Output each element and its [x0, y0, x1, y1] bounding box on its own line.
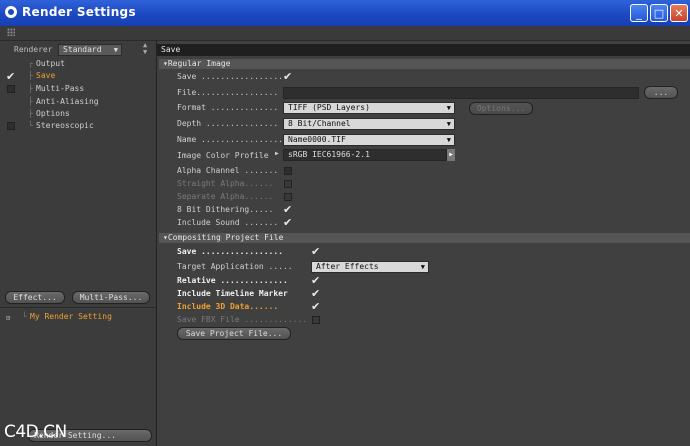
save-fbx-label: Save FBX File ............. [177, 315, 308, 324]
renderer-dropdown[interactable]: Standard ▼ [58, 44, 122, 56]
tree-branch-icon: ┌ [28, 59, 33, 68]
tree-branch-icon: ├ [28, 109, 33, 118]
tree-branch-icon: └ [22, 312, 27, 321]
panel-header: Save [157, 44, 690, 56]
section-title: Regular Image [167, 59, 231, 68]
relative-checkbox[interactable]: ✔ [311, 275, 320, 286]
save-label: Save ................. [177, 72, 283, 81]
window-title: Render Settings [22, 5, 136, 19]
effect-button[interactable]: Effect... [5, 291, 65, 304]
target-application-label: Target Application ..... [177, 262, 293, 271]
relative-label: Relative .............. [177, 276, 288, 285]
format-value: TIFF (PSD Layers) [288, 103, 370, 112]
include-3d-data-label: Include 3D Data...... [177, 302, 279, 311]
multipass-button[interactable]: Multi-Pass... [72, 291, 150, 304]
tree-branch-icon: ├ [28, 84, 33, 93]
compositing-save-checkbox[interactable]: ✔ [311, 246, 320, 257]
name-label: Name ................. [177, 135, 283, 144]
sidebar: Renderer Standard ▼ ▲ ▼ ┌ Output ✔ ├ Save… [0, 41, 157, 446]
chevron-down-icon: ▼ [113, 46, 118, 54]
profile-indicator-icon: ▶ [275, 150, 279, 157]
section-title: Compositing Project File [167, 233, 284, 242]
straight-alpha-label: Straight Alpha...... [177, 179, 274, 188]
watermark-text: C4D.CN [4, 422, 67, 442]
render-setting-item[interactable]: My Render Setting [30, 312, 112, 322]
renderer-label: Renderer [14, 45, 53, 54]
sidebar-item-multipass[interactable]: Multi-Pass [36, 84, 84, 94]
tree-branch-icon: ├ [28, 71, 33, 80]
chevron-down-icon: ▼ [446, 136, 451, 144]
save-project-file-button[interactable]: Save Project File... [177, 327, 291, 340]
toolbar-strip [0, 26, 690, 41]
sidebar-item-options[interactable]: Options [36, 109, 70, 119]
sidebar-item-stereoscopic[interactable]: Stereoscopic [36, 121, 94, 131]
tree-branch-icon: └ [28, 121, 33, 130]
timeline-marker-label: Include Timeline Marker [177, 289, 288, 298]
target-application-value: After Effects [316, 262, 379, 271]
depth-label: Depth ............... [177, 119, 279, 128]
tree-branch-icon: ├ [28, 97, 33, 106]
name-value: Name0000.TIF [288, 135, 346, 144]
format-dropdown[interactable]: TIFF (PSD Layers) ▼ [283, 102, 455, 114]
multipass-checkbox[interactable] [7, 85, 15, 93]
alpha-channel-checkbox[interactable] [284, 167, 292, 175]
close-button[interactable]: ✕ [670, 4, 688, 22]
include-3d-data-checkbox[interactable]: ✔ [311, 301, 320, 312]
maximize-button[interactable]: □ [650, 4, 668, 22]
sidebar-item-save[interactable]: Save [36, 71, 55, 81]
color-profile-label: Image Color Profile [177, 151, 269, 160]
dithering-label: 8 Bit Dithering..... [177, 205, 274, 214]
timeline-marker-checkbox[interactable]: ✔ [311, 288, 320, 299]
cinema4d-logo-icon [5, 6, 17, 18]
chevron-down-icon: ▼ [446, 120, 451, 128]
divider [0, 307, 156, 308]
alpha-channel-label: Alpha Channel ....... [177, 166, 279, 175]
format-label: Format .............. [177, 103, 279, 112]
sidebar-item-antialiasing[interactable]: Anti-Aliasing [36, 97, 99, 107]
include-sound-checkbox[interactable]: ✔ [283, 217, 292, 228]
render-settings-window: Render Settings _ □ ✕ Renderer Standard … [0, 0, 690, 446]
separate-alpha-checkbox[interactable] [284, 193, 292, 201]
settings-panel: Save ▾Regular Image Save ...............… [157, 41, 690, 446]
regular-image-section[interactable]: ▾Regular Image [159, 59, 690, 69]
drag-grip-icon[interactable] [7, 28, 15, 36]
color-profile-field: sRGB IEC61966-2.1 [283, 149, 447, 161]
chevron-down-icon: ▼ [446, 104, 451, 112]
compositing-section[interactable]: ▾Compositing Project File [159, 233, 690, 243]
chevron-right-icon[interactable]: ▶ [447, 149, 455, 161]
compositing-save-label: Save ................. [177, 247, 283, 256]
stereoscopic-checkbox[interactable] [7, 122, 15, 130]
dithering-checkbox[interactable]: ✔ [283, 204, 292, 215]
scroll-arrows-icon[interactable]: ▲ ▼ [143, 42, 147, 56]
expand-icon[interactable]: ⊡ [6, 313, 10, 323]
name-dropdown[interactable]: Name0000.TIF ▼ [283, 134, 455, 146]
save-checkbox[interactable]: ✔ [283, 71, 292, 82]
save-fbx-checkbox[interactable] [312, 316, 320, 324]
renderer-value: Standard [63, 45, 102, 54]
straight-alpha-checkbox[interactable] [284, 180, 292, 188]
sidebar-item-output[interactable]: Output [36, 59, 65, 69]
save-check-icon[interactable]: ✔ [6, 71, 15, 82]
depth-dropdown[interactable]: 8 Bit/Channel ▼ [283, 118, 455, 130]
minimize-button[interactable]: _ [630, 4, 648, 22]
options-button[interactable]: Options... [469, 102, 533, 115]
title-bar[interactable]: Render Settings _ □ ✕ [0, 0, 690, 27]
target-application-dropdown[interactable]: After Effects ▼ [311, 261, 429, 273]
include-sound-label: Include Sound ....... [177, 218, 279, 227]
depth-value: 8 Bit/Channel [288, 119, 351, 128]
file-path-field[interactable] [283, 87, 639, 99]
separate-alpha-label: Separate Alpha...... [177, 192, 274, 201]
browse-button[interactable]: ... [644, 86, 678, 99]
chevron-down-icon: ▼ [420, 263, 425, 271]
file-label: File................. [177, 88, 279, 97]
